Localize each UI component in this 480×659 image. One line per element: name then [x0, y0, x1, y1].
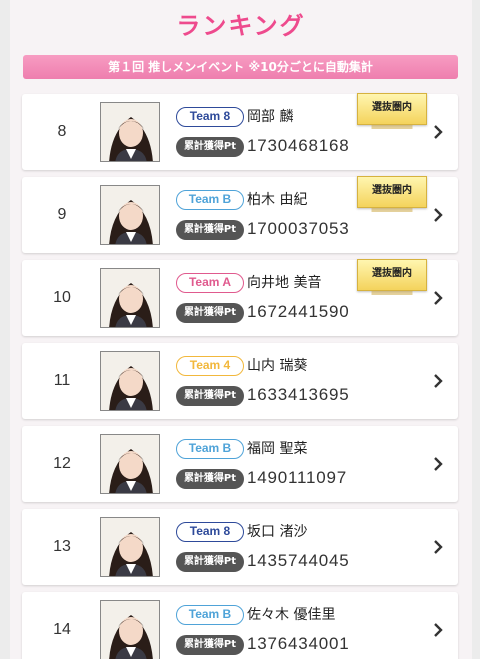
- ranking-row[interactable]: 13 Team 8 坂口 渚沙 累計獲得Pt 1435744045: [22, 509, 458, 585]
- chevron-right-icon[interactable]: [428, 288, 448, 308]
- member-photo: [100, 351, 160, 411]
- member-name: 福岡 聖菜: [247, 441, 308, 457]
- points-label: 累計獲得Pt: [176, 137, 244, 157]
- points-label: 累計獲得Pt: [176, 303, 244, 323]
- rank-number: 11: [53, 372, 71, 389]
- chevron-right-icon[interactable]: [428, 205, 448, 225]
- page-title: ランキング: [176, 12, 306, 40]
- senbatsu-badge: 選抜圏内: [357, 93, 427, 129]
- points-value: 1672441590: [247, 302, 350, 321]
- senbatsu-badge: 選抜圏内: [357, 176, 427, 212]
- rank-number: 12: [53, 455, 71, 472]
- team-badge: Team A: [176, 273, 244, 293]
- points-label: 累計獲得Pt: [176, 386, 244, 406]
- member-photo: [100, 517, 160, 577]
- points-value: 1376434001: [247, 634, 350, 653]
- member-photo: [100, 434, 160, 494]
- member-name: 佐々木 優佳里: [247, 607, 336, 623]
- member-photo: [100, 102, 160, 162]
- ranking-row[interactable]: 10 Team A 向井地 美音 累計獲得Pt 1672441590 選抜圏内: [22, 259, 458, 336]
- ranking-row[interactable]: 9 Team B 柏木 由紀 累計獲得Pt 1700037053 選抜圏内: [22, 176, 458, 253]
- points-label: 累計獲得Pt: [176, 552, 244, 572]
- member-name: 柏木 由紀: [247, 192, 308, 208]
- ranking-panel: ランキング 第１回 推しメンイベント ※10分ごとに自動集計 8 Team 8 …: [10, 0, 472, 659]
- member-photo: [100, 268, 160, 328]
- points-value: 1633413695: [247, 385, 350, 404]
- chevron-right-icon[interactable]: [428, 620, 448, 640]
- senbatsu-badge: 選抜圏内: [357, 259, 427, 295]
- rank-number: 14: [53, 621, 71, 638]
- team-badge: Team 4: [176, 356, 244, 376]
- points-value: 1490111097: [247, 468, 348, 487]
- team-badge: Team 8: [176, 107, 244, 127]
- ranking-row[interactable]: 11 Team 4 山内 瑞葵 累計獲得Pt 1633413695: [22, 343, 458, 419]
- ranking-list: 8 Team 8 岡部 麟 累計獲得Pt 1730468168 選抜圏内 9 T…: [22, 93, 458, 659]
- team-badge: Team 8: [176, 522, 244, 542]
- points-value: 1435744045: [247, 551, 350, 570]
- rank-number: 13: [53, 538, 71, 555]
- rank-number: 10: [53, 289, 71, 306]
- chevron-right-icon[interactable]: [428, 371, 448, 391]
- member-photo: [100, 185, 160, 245]
- member-photo: [100, 600, 160, 659]
- rank-number: 8: [57, 123, 67, 140]
- ranking-row[interactable]: 8 Team 8 岡部 麟 累計獲得Pt 1730468168 選抜圏内: [22, 93, 458, 170]
- team-badge: Team B: [176, 605, 244, 625]
- points-label: 累計獲得Pt: [176, 220, 244, 240]
- chevron-right-icon[interactable]: [428, 537, 448, 557]
- team-badge: Team B: [176, 190, 244, 210]
- member-name: 坂口 渚沙: [247, 524, 308, 540]
- ranking-row[interactable]: 12 Team B 福岡 聖菜 累計獲得Pt 1490111097: [22, 426, 458, 502]
- chevron-right-icon[interactable]: [428, 122, 448, 142]
- points-value: 1700037053: [247, 219, 350, 238]
- ranking-row[interactable]: 14 Team B 佐々木 優佳里 累計獲得Pt 1376434001: [22, 592, 458, 659]
- rank-number: 9: [57, 206, 67, 223]
- team-badge: Team B: [176, 439, 244, 459]
- member-name: 岡部 麟: [247, 109, 294, 125]
- points-label: 累計獲得Pt: [176, 635, 244, 655]
- chevron-right-icon[interactable]: [428, 454, 448, 474]
- event-banner: 第１回 推しメンイベント ※10分ごとに自動集計: [23, 55, 458, 79]
- points-value: 1730468168: [247, 136, 350, 155]
- member-name: 山内 瑞葵: [247, 358, 308, 374]
- points-label: 累計獲得Pt: [176, 469, 244, 489]
- member-name: 向井地 美音: [247, 275, 322, 291]
